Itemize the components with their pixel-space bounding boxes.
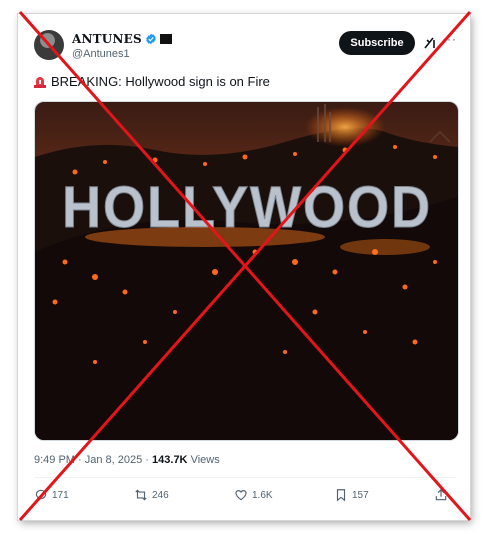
bookmark-icon bbox=[336, 489, 346, 502]
subscribe-button[interactable]: Subscribe bbox=[339, 31, 415, 55]
author-name-row: ANTUNES bbox=[72, 32, 172, 46]
repost-button[interactable]: 246 bbox=[134, 488, 169, 502]
reply-icon bbox=[35, 489, 47, 502]
share-icon bbox=[435, 488, 447, 501]
more-icon[interactable]: ··· bbox=[442, 32, 457, 46]
tweet-date[interactable]: Jan 8, 2025 bbox=[85, 454, 143, 466]
tweet-header: ANTUNES @Antunes1 Subscribe ··· bbox=[34, 30, 456, 66]
share-button[interactable] bbox=[434, 488, 448, 502]
verified-badge-icon bbox=[146, 33, 156, 45]
repost-icon bbox=[135, 489, 147, 501]
like-count: 1.6K bbox=[252, 489, 273, 501]
views-label: Views bbox=[187, 454, 220, 466]
tweet-meta: 9:49 PM · Jan 8, 2025 · 143.7K Views bbox=[34, 454, 220, 466]
hollywood-sign-fire-image: HOLLYWOOD bbox=[35, 102, 458, 440]
flag-badge-icon bbox=[159, 34, 172, 44]
tweet-text: BREAKING: Hollywood sign is on Fire bbox=[51, 74, 270, 89]
author-display-name[interactable]: ANTUNES bbox=[72, 32, 142, 46]
reply-button[interactable]: 171 bbox=[34, 488, 69, 502]
views-count: 143.7K bbox=[152, 454, 188, 466]
author-handle[interactable]: @Antunes1 bbox=[72, 48, 130, 60]
grok-icon[interactable] bbox=[423, 36, 437, 50]
tweet-card: ANTUNES @Antunes1 Subscribe ··· BREAKING… bbox=[18, 14, 470, 520]
reply-count: 171 bbox=[52, 489, 69, 501]
like-button[interactable]: 1.6K bbox=[234, 488, 273, 502]
divider bbox=[34, 477, 456, 478]
avatar[interactable] bbox=[34, 30, 64, 60]
siren-icon bbox=[34, 76, 46, 88]
bookmark-count: 157 bbox=[352, 489, 369, 501]
repost-count: 246 bbox=[152, 489, 169, 501]
tweet-actions: 171 246 1.6K 157 bbox=[34, 488, 458, 508]
tweet-text-row: BREAKING: Hollywood sign is on Fire bbox=[34, 74, 270, 89]
tweet-image[interactable]: HOLLYWOOD bbox=[34, 101, 459, 441]
tweet-time[interactable]: 9:49 PM bbox=[34, 454, 75, 466]
bookmark-button[interactable]: 157 bbox=[334, 488, 369, 502]
like-icon bbox=[235, 490, 247, 501]
